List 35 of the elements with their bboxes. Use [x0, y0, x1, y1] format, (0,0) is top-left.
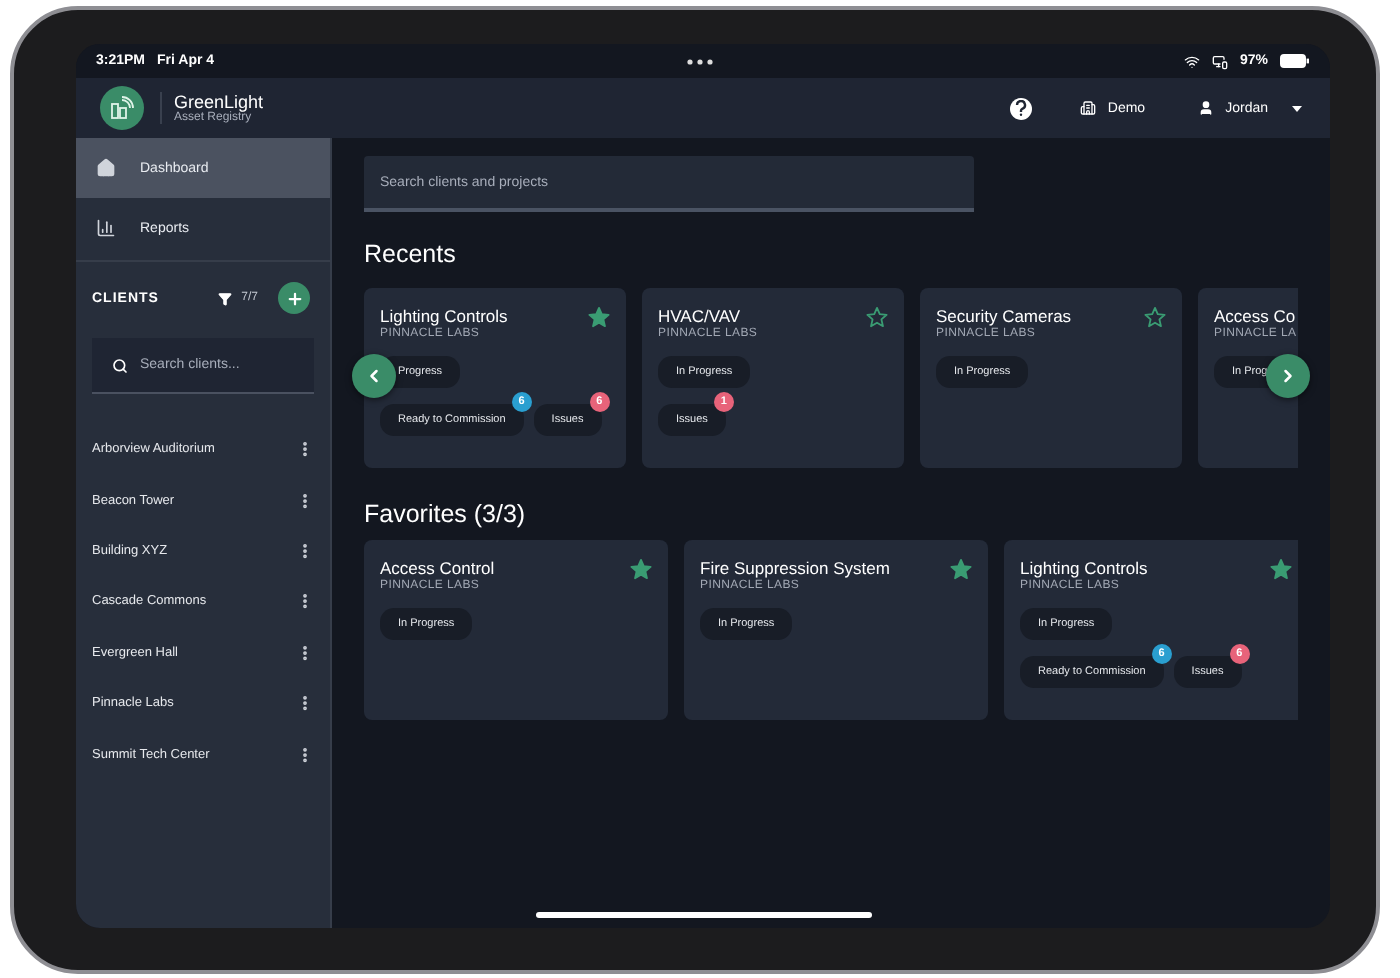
project-title: Access Co — [1214, 306, 1297, 326]
star-icon[interactable] — [950, 558, 972, 580]
help-icon[interactable] — [1009, 97, 1032, 119]
chevron-left-icon — [364, 366, 384, 386]
project-title: Lighting Controls — [380, 306, 510, 326]
project-title: Lighting Controls — [1020, 558, 1150, 578]
section-heading: Recents — [364, 240, 458, 268]
star-icon[interactable] — [1144, 306, 1166, 328]
star-icon[interactable] — [1270, 558, 1292, 580]
more-dots-icon — [685, 57, 714, 65]
next-button[interactable] — [1266, 354, 1310, 398]
star-icon[interactable] — [588, 306, 610, 328]
project-title: HVAC/VAV — [658, 306, 743, 326]
home-icon — [96, 158, 116, 178]
add-client-button[interactable] — [278, 282, 310, 314]
project-title: Fire Suppression System — [700, 558, 892, 578]
star-icon[interactable] — [866, 306, 888, 328]
caret-icon — [1292, 105, 1302, 111]
star-icon[interactable] — [630, 558, 652, 580]
user-icon — [1197, 100, 1214, 116]
chevron-right-icon — [1278, 366, 1298, 386]
previous-button[interactable] — [352, 354, 396, 398]
app-name: GreenLight — [174, 92, 264, 112]
plus-icon — [285, 289, 303, 307]
bar-chart-icon — [96, 218, 116, 238]
project-title: Access Control — [380, 558, 497, 578]
filter-icon[interactable] — [217, 291, 232, 305]
search-icon — [112, 358, 128, 374]
building-icon — [1079, 100, 1096, 116]
battery-icon — [1280, 54, 1310, 68]
screen-icon — [1211, 53, 1228, 69]
project-title: Security Cameras — [936, 306, 1074, 326]
app-logo — [100, 86, 144, 130]
section-heading: Favorites (3/3) — [364, 500, 528, 528]
wifi-icon — [1183, 53, 1200, 69]
